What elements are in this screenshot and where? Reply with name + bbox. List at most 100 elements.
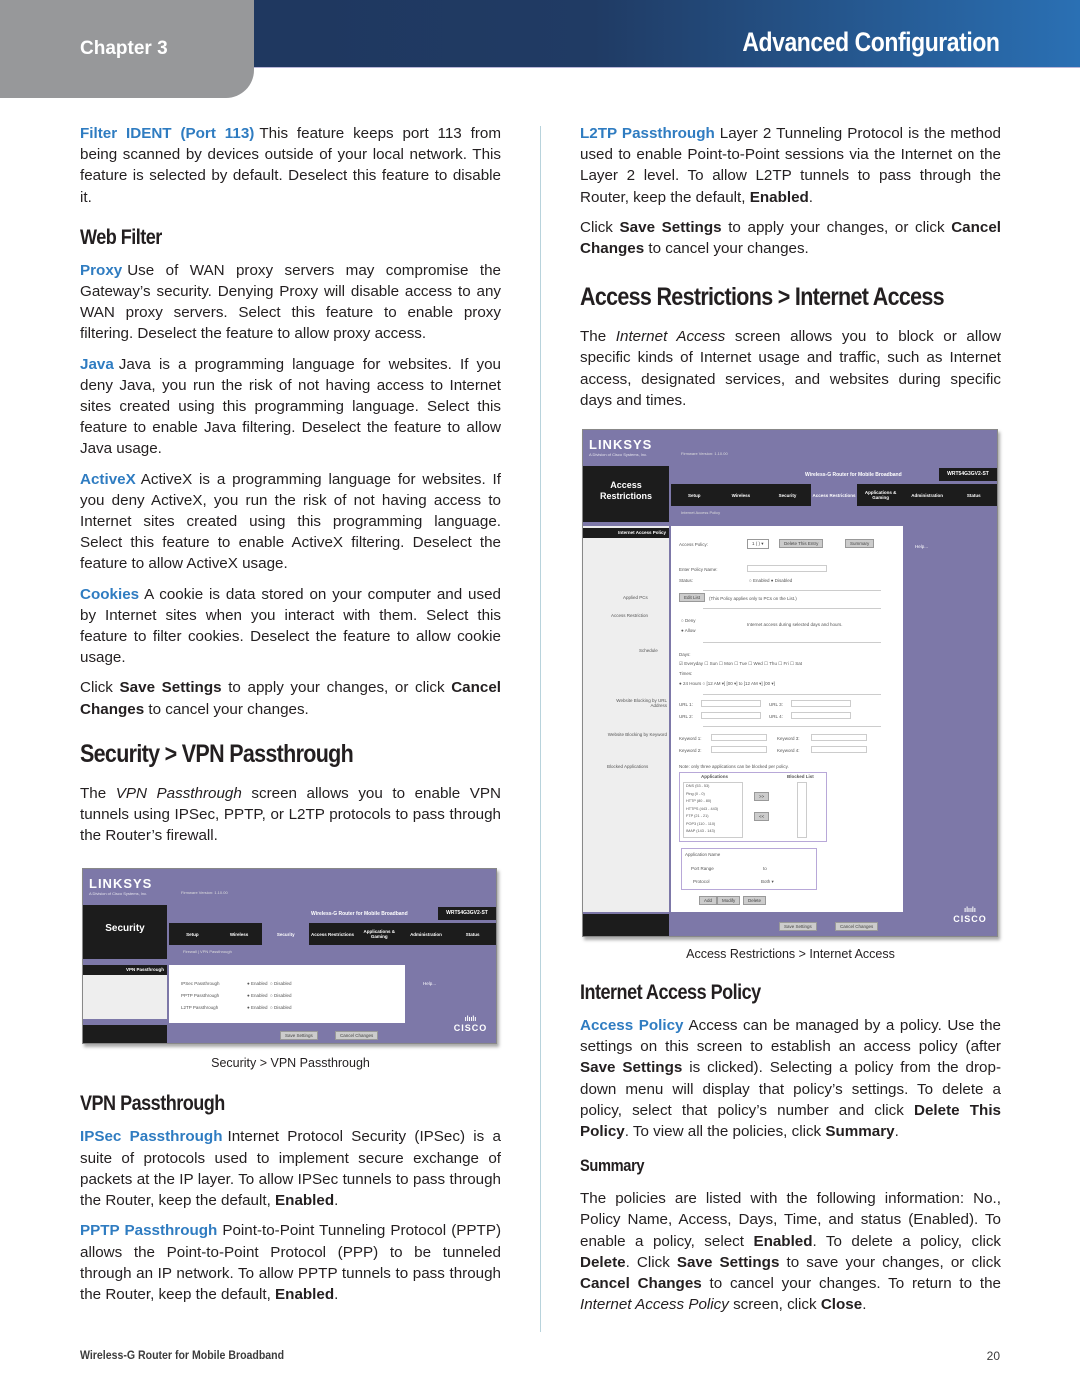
tab-setup[interactable]: Setup: [169, 932, 216, 937]
keyword1-label: Keyword 1:: [679, 736, 702, 742]
footer-left-block: [83, 1025, 167, 1044]
product-name: Wireless-G Router for Mobile Broadband: [805, 472, 902, 479]
blocked-listbox[interactable]: [797, 782, 807, 839]
applied-pcs-label: Applied PCs: [623, 595, 648, 601]
protocol-select[interactable]: Both ▾: [761, 879, 774, 885]
applications-listbox[interactable]: DNS (53 - 53) Ping (0 - 0) HTTP (80 - 80…: [683, 782, 743, 839]
term-activex: ActiveX: [80, 470, 136, 488]
vpn-screenshot-caption: Security > VPN Passthrough: [211, 1056, 370, 1071]
page-name: Security: [105, 923, 145, 935]
save-settings-button[interactable]: Save Settings: [779, 922, 817, 932]
protocol-label: Protocol: [693, 879, 710, 885]
keyword1-input[interactable]: [711, 734, 767, 742]
left-column: Filter IDENT (Port 113) This feature keep…: [80, 123, 501, 1314]
nav-tabs: Setup Wireless Security Access Restricti…: [169, 923, 496, 946]
status-radios[interactable]: ○ Enabled ● Disabled: [749, 578, 792, 583]
help-link[interactable]: Help...: [423, 981, 436, 986]
cancel-changes-button[interactable]: Cancel Changes: [835, 922, 879, 932]
cookies-paragraph: Cookies A cookie is data stored on your c…: [80, 584, 501, 669]
times-controls[interactable]: ● 24 Hours ○ [12 AM ▾] [00 ▾] to [12 AM …: [679, 681, 775, 687]
tab-access-restrictions[interactable]: Access Restrictions: [309, 932, 356, 937]
model-number: WRT54G3GV2-ST: [438, 907, 496, 921]
pptp-radios[interactable]: ● Enabled ○ Disabled: [247, 993, 291, 998]
sub-navigation[interactable]: Internet Access Policy: [681, 510, 720, 515]
modify-button[interactable]: Modify: [717, 896, 741, 906]
keyword2-input[interactable]: [711, 746, 767, 754]
summary-button[interactable]: Summary: [845, 539, 875, 549]
url2-input[interactable]: [701, 712, 761, 720]
ipsec-radios[interactable]: ● Enabled ○ Disabled: [247, 981, 291, 986]
list-item[interactable]: POP3 (110 - 110): [686, 821, 742, 829]
sidebar-item-vpn-passthrough[interactable]: VPN Passthrough: [83, 965, 167, 976]
allow-radio[interactable]: ● Allow: [681, 628, 696, 633]
url3-input[interactable]: [791, 700, 851, 708]
list-item[interactable]: IMAP (143 - 143): [686, 828, 742, 836]
help-link[interactable]: Help...: [915, 544, 928, 549]
term-l2tp: L2TP Passthrough: [580, 125, 715, 142]
bold-text: Cancel Changes: [580, 1275, 702, 1293]
web-filter-heading: Web Filter: [80, 225, 162, 249]
deny-radio[interactable]: ○ Deny: [681, 618, 695, 623]
page-name: Access Restrictions: [599, 480, 652, 502]
sub-navigation[interactable]: Firewall | VPN Passthrough: [183, 949, 232, 954]
list-item[interactable]: HTTPS (443 - 443): [686, 806, 742, 814]
tab-status[interactable]: Status: [449, 932, 496, 937]
ar-screenshot-caption: Access Restrictions > Internet Access: [686, 947, 895, 962]
text: screen, click: [728, 1296, 821, 1314]
cancel-changes-button[interactable]: Cancel Changes: [335, 1031, 379, 1041]
edit-list-button[interactable]: Edit List: [679, 593, 706, 603]
url4-input[interactable]: [791, 712, 851, 720]
model-number: WRT54G3GV2-ST: [939, 468, 997, 482]
tab-administration[interactable]: Administration: [904, 493, 951, 498]
tab-setup[interactable]: Setup: [671, 493, 718, 498]
tab-security[interactable]: Security: [764, 493, 811, 498]
port-range-label: Port Range: [691, 866, 714, 872]
keyword3-input[interactable]: [811, 734, 867, 742]
list-item[interactable]: DNS (53 - 53): [686, 783, 742, 791]
divider: [703, 726, 881, 728]
access-policy-select[interactable]: 1 ( ) ▾: [747, 539, 769, 550]
tab-security[interactable]: Security: [262, 923, 310, 946]
tab-status[interactable]: Status: [950, 493, 997, 498]
l2tp-radios[interactable]: ● Enabled ○ Disabled: [247, 1005, 291, 1010]
delete-this-entry-button[interactable]: Delete This Entry: [779, 539, 824, 549]
policy-name-input[interactable]: [747, 565, 827, 573]
tab-applications-gaming[interactable]: Applications & Gaming: [857, 490, 904, 500]
list-item[interactable]: FTP (21 - 21): [686, 813, 742, 821]
cisco-logo: ılıılı CISCO: [953, 907, 987, 925]
tab-access-restrictions[interactable]: Access Restrictions: [810, 484, 858, 507]
move-left-button[interactable]: <<: [754, 812, 770, 822]
vpn-subheading: VPN Passthrough: [80, 1092, 225, 1116]
move-right-button[interactable]: >>: [754, 792, 770, 802]
add-button[interactable]: Add: [699, 896, 718, 906]
summary-paragraph: The policies are listed with the followi…: [580, 1188, 1001, 1315]
text: to cancel your changes.: [144, 700, 309, 718]
port-range-to: to: [763, 866, 767, 872]
schedule-label: Schedule: [639, 648, 658, 654]
list-item[interactable]: Ping (0 - 0): [686, 791, 742, 799]
save-settings-button[interactable]: Save Settings: [280, 1031, 318, 1041]
summary-heading: Summary: [580, 1156, 645, 1176]
list-item[interactable]: HTTP (80 - 80): [686, 798, 742, 806]
delete-button[interactable]: Delete: [743, 896, 767, 906]
tab-administration[interactable]: Administration: [403, 932, 450, 937]
sidebar-item-internet-access-policy[interactable]: Internet Access Policy: [583, 528, 669, 539]
blocked-apps-label: Blocked Applications: [607, 764, 649, 770]
url1-input[interactable]: [701, 700, 761, 708]
tab-wireless[interactable]: Wireless: [216, 932, 263, 937]
days-checkboxes[interactable]: ☑ Everyday ☐ Sun ☐ Mon ☐ Tue ☐ Wed ☐ Thu…: [679, 661, 802, 667]
pptp-paragraph: PPTP Passthrough Point-to-Point Tunneling…: [80, 1220, 501, 1305]
text: . Click: [625, 1253, 677, 1271]
blocked-note: Note: only three applications can be blo…: [679, 764, 789, 770]
page-number: 20: [986, 1349, 1000, 1363]
tab-wireless[interactable]: Wireless: [718, 493, 765, 498]
access-policy-label: Access Policy:: [679, 542, 709, 548]
footer-left-block: [583, 914, 669, 937]
days-label: Days:: [679, 652, 691, 658]
text: The: [580, 328, 616, 346]
term-pptp: PPTP Passthrough: [80, 1222, 218, 1240]
keyword4-input[interactable]: [811, 746, 867, 754]
keyword3-label: Keyword 3:: [777, 736, 800, 742]
bold-text: Close: [820, 1296, 863, 1314]
tab-applications-gaming[interactable]: Applications & Gaming: [356, 929, 403, 939]
